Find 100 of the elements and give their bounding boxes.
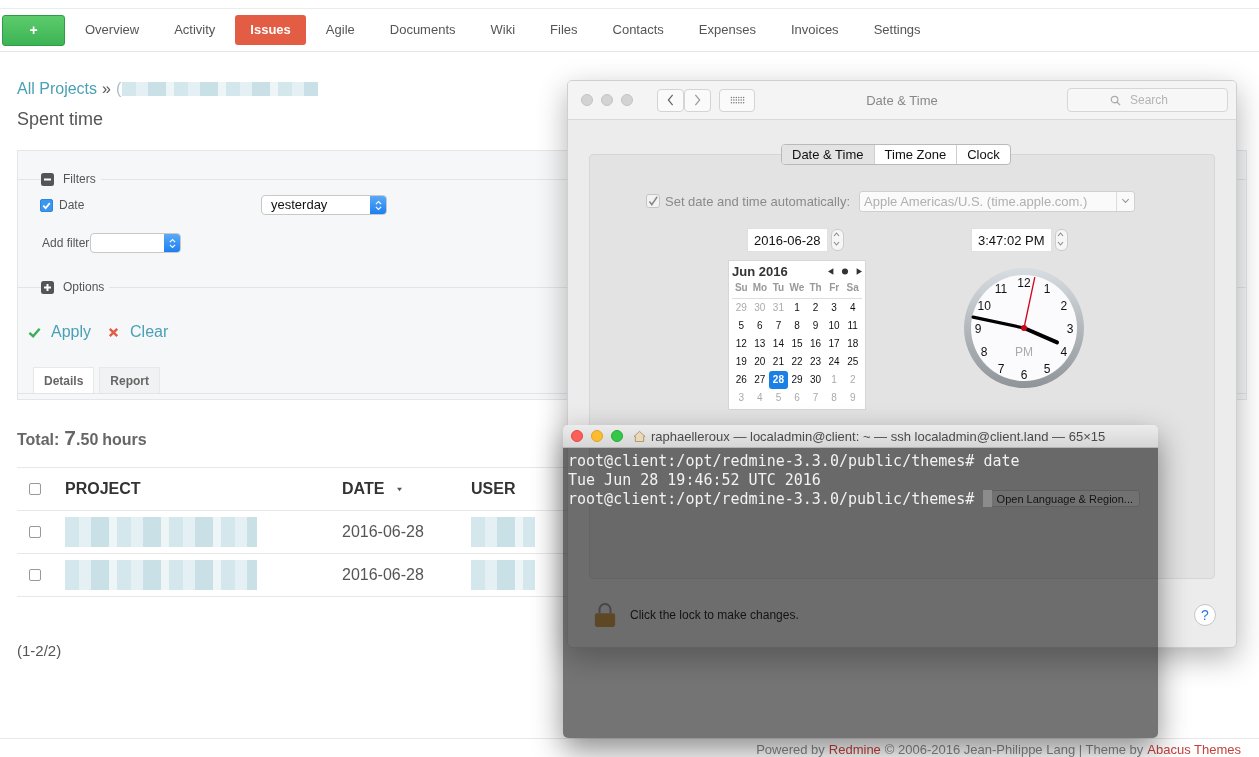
page-title: Spent time — [17, 108, 105, 130]
up-down-chevron-icon — [831, 230, 841, 248]
up-down-chevron-icon — [1055, 230, 1065, 248]
calendar-day[interactable]: 16 — [806, 335, 825, 353]
forward-button[interactable] — [684, 88, 711, 112]
nav-tab[interactable]: Activity — [159, 15, 231, 45]
chevron-right-icon — [694, 94, 701, 106]
calendar-day[interactable]: 6 — [750, 317, 770, 335]
calendar-day[interactable]: 27 — [750, 371, 770, 389]
calendar-day[interactable]: 21 — [769, 353, 788, 371]
footer-link[interactable]: Redmine — [828, 742, 881, 757]
calendar-day[interactable]: 22 — [787, 353, 807, 371]
filter-label: Date — [59, 198, 86, 212]
calendar-day[interactable]: 23 — [806, 353, 825, 371]
calendar-day[interactable]: 1 — [787, 299, 807, 317]
calendar-day[interactable]: 19 — [732, 353, 751, 371]
view-tab[interactable]: Report — [99, 367, 161, 393]
segment-tab[interactable]: Date & Time — [782, 145, 874, 164]
column-header[interactable]: USER — [471, 480, 516, 498]
calendar-day[interactable]: 13 — [750, 335, 770, 353]
chevron-down-icon — [1121, 198, 1130, 204]
add-filter-select[interactable] — [90, 233, 182, 253]
date-stepper[interactable] — [830, 229, 844, 251]
lock-icon[interactable] — [594, 603, 616, 627]
total-unit: hours — [102, 431, 147, 449]
show-all-button[interactable] — [719, 88, 755, 112]
calendar-day[interactable]: 11 — [843, 317, 862, 335]
calendar-day[interactable]: 10 — [824, 317, 844, 335]
nav-tab[interactable]: Contacts — [597, 15, 679, 45]
breadcrumb-separator: » — [102, 80, 111, 98]
nav-tab[interactable]: Documents — [374, 15, 471, 45]
calendar-day[interactable]: 7 — [769, 317, 788, 335]
minimize-button[interactable] — [591, 430, 603, 442]
minus-icon[interactable] — [41, 172, 54, 186]
filter-checkbox[interactable] — [40, 198, 53, 212]
date-field[interactable]: 2016-06-28 — [747, 228, 828, 252]
calendar-day[interactable]: 15 — [787, 335, 807, 353]
weekday-label: Tu — [771, 281, 786, 295]
calendar-nav-icon[interactable] — [828, 266, 862, 276]
analog-clock: 11 12 1 10 2 9 3 8 PM 4 7 6 5 — [962, 266, 1086, 390]
calendar-day[interactable]: 14 — [769, 335, 788, 353]
close-button[interactable] — [581, 94, 593, 106]
segment-tab[interactable]: Clock — [956, 145, 1010, 164]
calendar-day[interactable]: 25 — [843, 353, 862, 371]
nav-tab[interactable]: Settings — [858, 15, 936, 45]
footer-link[interactable]: Abacus Themes — [1147, 742, 1241, 757]
view-tab[interactable]: Details — [33, 367, 95, 393]
column-header[interactable]: PROJECT — [65, 480, 141, 498]
open-language-region-button[interactable]: Open Language & Region... — [989, 490, 1140, 507]
terminal-line: root@client:/opt/redmine-3.3.0/public/themes# — [568, 489, 975, 508]
calendar-day[interactable]: 26 — [732, 371, 751, 389]
breadcrumb-project: ( — [115, 80, 122, 98]
column-header[interactable]: DATE — [342, 480, 404, 498]
calendar-day[interactable]: 29 — [787, 371, 807, 389]
time-field[interactable]: 3:47:02 PM — [971, 228, 1052, 252]
minimize-button[interactable] — [601, 94, 613, 106]
calendar-day[interactable]: 5 — [732, 317, 751, 335]
sort-caret-icon — [396, 486, 404, 492]
terminal-line: root@client:/opt/redmine-3.3.0/public/themes# date — [568, 451, 1020, 470]
house-icon — [633, 430, 646, 442]
back-button[interactable] — [657, 88, 684, 112]
nav-tab[interactable]: Invoices — [775, 15, 854, 45]
row-checkbox[interactable] — [29, 569, 41, 581]
calendar-day[interactable]: 30 — [806, 371, 825, 389]
nav-tab[interactable]: Issues — [235, 15, 306, 45]
calendar-day[interactable]: 9 — [806, 317, 825, 335]
calendar-day[interactable]: 8 — [787, 317, 807, 335]
calendar-day[interactable]: 4 — [843, 299, 862, 317]
total-label: Total: — [17, 431, 60, 449]
calendar-day[interactable]: 12 — [732, 335, 751, 353]
calendar-day[interactable]: 17 — [824, 335, 844, 353]
operator-select[interactable]: yesterday — [261, 195, 387, 215]
calendar-day[interactable]: 24 — [824, 353, 844, 371]
nav-tab[interactable]: Wiki — [475, 15, 531, 45]
help-button[interactable]: ? — [1194, 604, 1216, 626]
filters-legend[interactable]: Filters — [63, 172, 96, 186]
nav-tab[interactable]: Expenses — [683, 15, 771, 45]
segment-tab[interactable]: Time Zone — [873, 145, 957, 164]
nav-tab[interactable]: Agile — [310, 15, 370, 45]
zoom-button[interactable] — [611, 430, 623, 442]
nav-tab[interactable]: Files — [535, 15, 593, 45]
calendar-day[interactable]: 3 — [824, 299, 844, 317]
nav-tab[interactable]: Overview — [70, 15, 155, 45]
total-hours: 7.50 — [64, 426, 99, 450]
row-checkbox[interactable] — [29, 526, 41, 538]
check-icon — [28, 325, 41, 339]
plus-icon[interactable] — [41, 280, 54, 294]
pixelated-text — [471, 517, 535, 547]
footer-text: Powered by Redmine © 2006-2016 Jean-Philippe Lang | Theme by Abacus Themes — [755, 742, 1242, 757]
select-all-checkbox[interactable] — [29, 483, 41, 495]
options-legend[interactable]: Options — [63, 280, 105, 294]
close-button[interactable] — [571, 430, 583, 442]
zoom-button[interactable] — [621, 94, 633, 106]
calendar-day[interactable]: 28 — [769, 371, 788, 389]
time-stepper[interactable] — [1054, 229, 1068, 251]
search-field[interactable]: Search — [1067, 88, 1228, 112]
calendar-day[interactable]: 18 — [843, 335, 862, 353]
calendar-day[interactable]: 2 — [806, 299, 825, 317]
calendar-day[interactable]: 20 — [750, 353, 770, 371]
terminal-line: Tue Jun 28 19:46:52 UTC 2016 — [568, 470, 821, 489]
